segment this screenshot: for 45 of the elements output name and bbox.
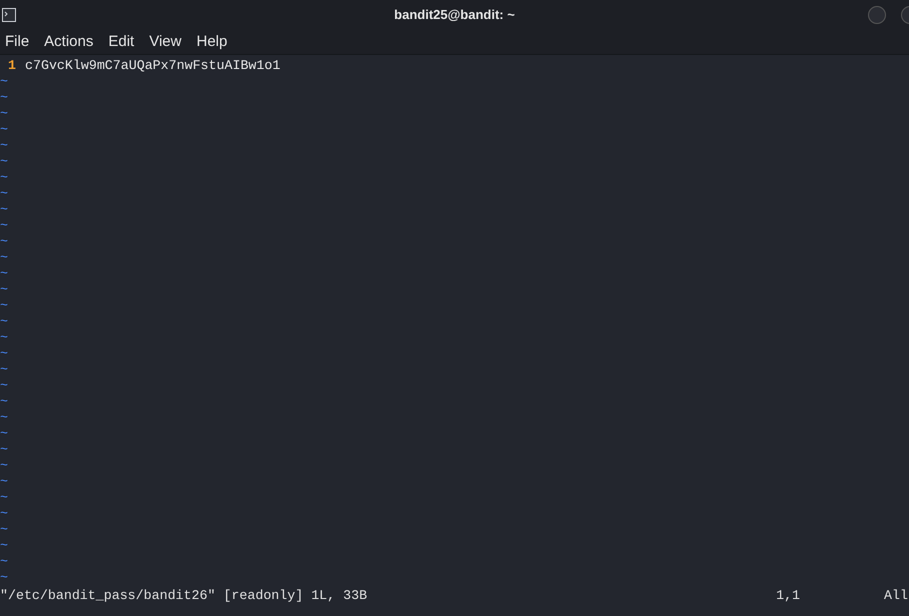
window-button[interactable] xyxy=(868,6,886,24)
menu-item[interactable]: Actions xyxy=(44,30,94,54)
empty-line-marker: ~ xyxy=(0,170,8,186)
empty-line-marker: ~ xyxy=(0,506,8,522)
empty-line-marker: ~ xyxy=(0,218,8,234)
menu-item[interactable]: Edit xyxy=(108,30,134,54)
empty-line-marker: ~ xyxy=(0,202,8,218)
empty-line-marker: ~ xyxy=(0,250,8,266)
empty-line-marker: ~ xyxy=(0,538,8,554)
empty-line-marker: ~ xyxy=(0,266,8,282)
line-text: c7GvcKlw9mC7aUQaPx7nwFstuAIBw1o1 xyxy=(25,58,280,74)
empty-line-marker: ~ xyxy=(0,426,8,442)
empty-line-marker: ~ xyxy=(0,298,8,314)
scroll-indicator: All xyxy=(884,588,908,604)
cursor-position: 1,1 xyxy=(776,588,800,604)
terminal-icon xyxy=(2,8,16,22)
empty-line-marker: ~ xyxy=(0,570,8,586)
empty-line-marker: ~ xyxy=(0,138,8,154)
empty-line-marker: ~ xyxy=(0,474,8,490)
empty-line-marker: ~ xyxy=(0,410,8,426)
empty-line-marker: ~ xyxy=(0,378,8,394)
empty-line-marker: ~ xyxy=(0,330,8,346)
empty-line-marker: ~ xyxy=(0,362,8,378)
empty-line-marker: ~ xyxy=(0,314,8,330)
menu-item[interactable]: Help xyxy=(196,30,228,54)
line-number: 1 xyxy=(7,58,17,74)
status-message: "/etc/bandit_pass/bandit26" [readonly] 1L, 33B xyxy=(0,588,368,604)
empty-line-marker: ~ xyxy=(0,346,8,362)
empty-line-marker: ~ xyxy=(0,442,8,458)
empty-line-marker: ~ xyxy=(0,234,8,250)
empty-line-marker: ~ xyxy=(0,394,8,410)
window-title: bandit25@bandit: ~ xyxy=(394,6,515,24)
empty-line-marker: ~ xyxy=(0,74,8,90)
empty-line-marker: ~ xyxy=(0,458,8,474)
empty-line-marker: ~ xyxy=(0,490,8,506)
empty-line-marker: ~ xyxy=(0,90,8,106)
menu-item[interactable]: File xyxy=(5,30,30,54)
empty-line-marker: ~ xyxy=(0,282,8,298)
empty-line-marker: ~ xyxy=(0,122,8,138)
empty-line-marker: ~ xyxy=(0,554,8,570)
empty-line-marker: ~ xyxy=(0,106,8,122)
empty-line-marker: ~ xyxy=(0,154,8,170)
empty-line-marker: ~ xyxy=(0,186,8,202)
menu-item[interactable]: View xyxy=(149,30,182,54)
empty-line-marker: ~ xyxy=(0,522,8,538)
